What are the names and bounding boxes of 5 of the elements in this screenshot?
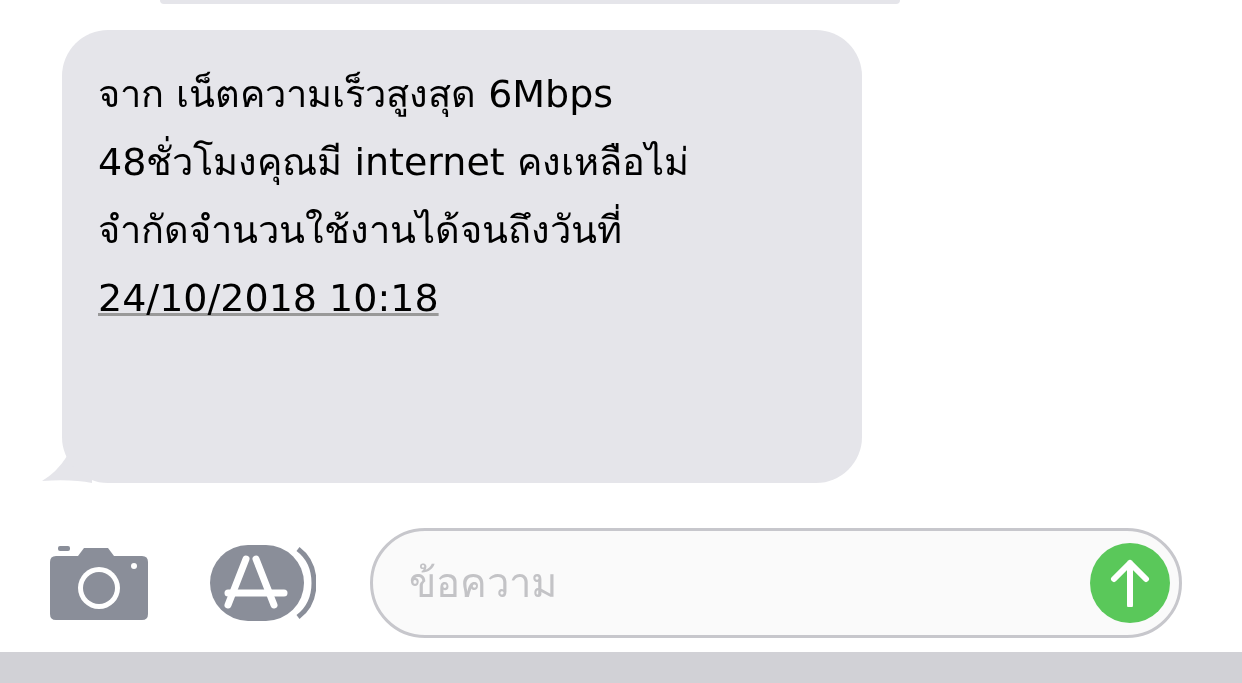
date-link[interactable]: 24/10/2018 10:18 xyxy=(98,276,439,320)
app-store-icon[interactable] xyxy=(210,545,316,621)
message-text: จาก เน็ตความเร็วสูงสุด 6Mbps 48ชั่วโมงคุณมี internet คงเหลือไม่ จำกัดจำนวนใช้งานได้จนถึงวันที่ 24/10/2018 10:18 xyxy=(98,70,690,322)
arrow-up-icon xyxy=(1110,559,1150,607)
camera-icon[interactable] xyxy=(50,546,148,620)
